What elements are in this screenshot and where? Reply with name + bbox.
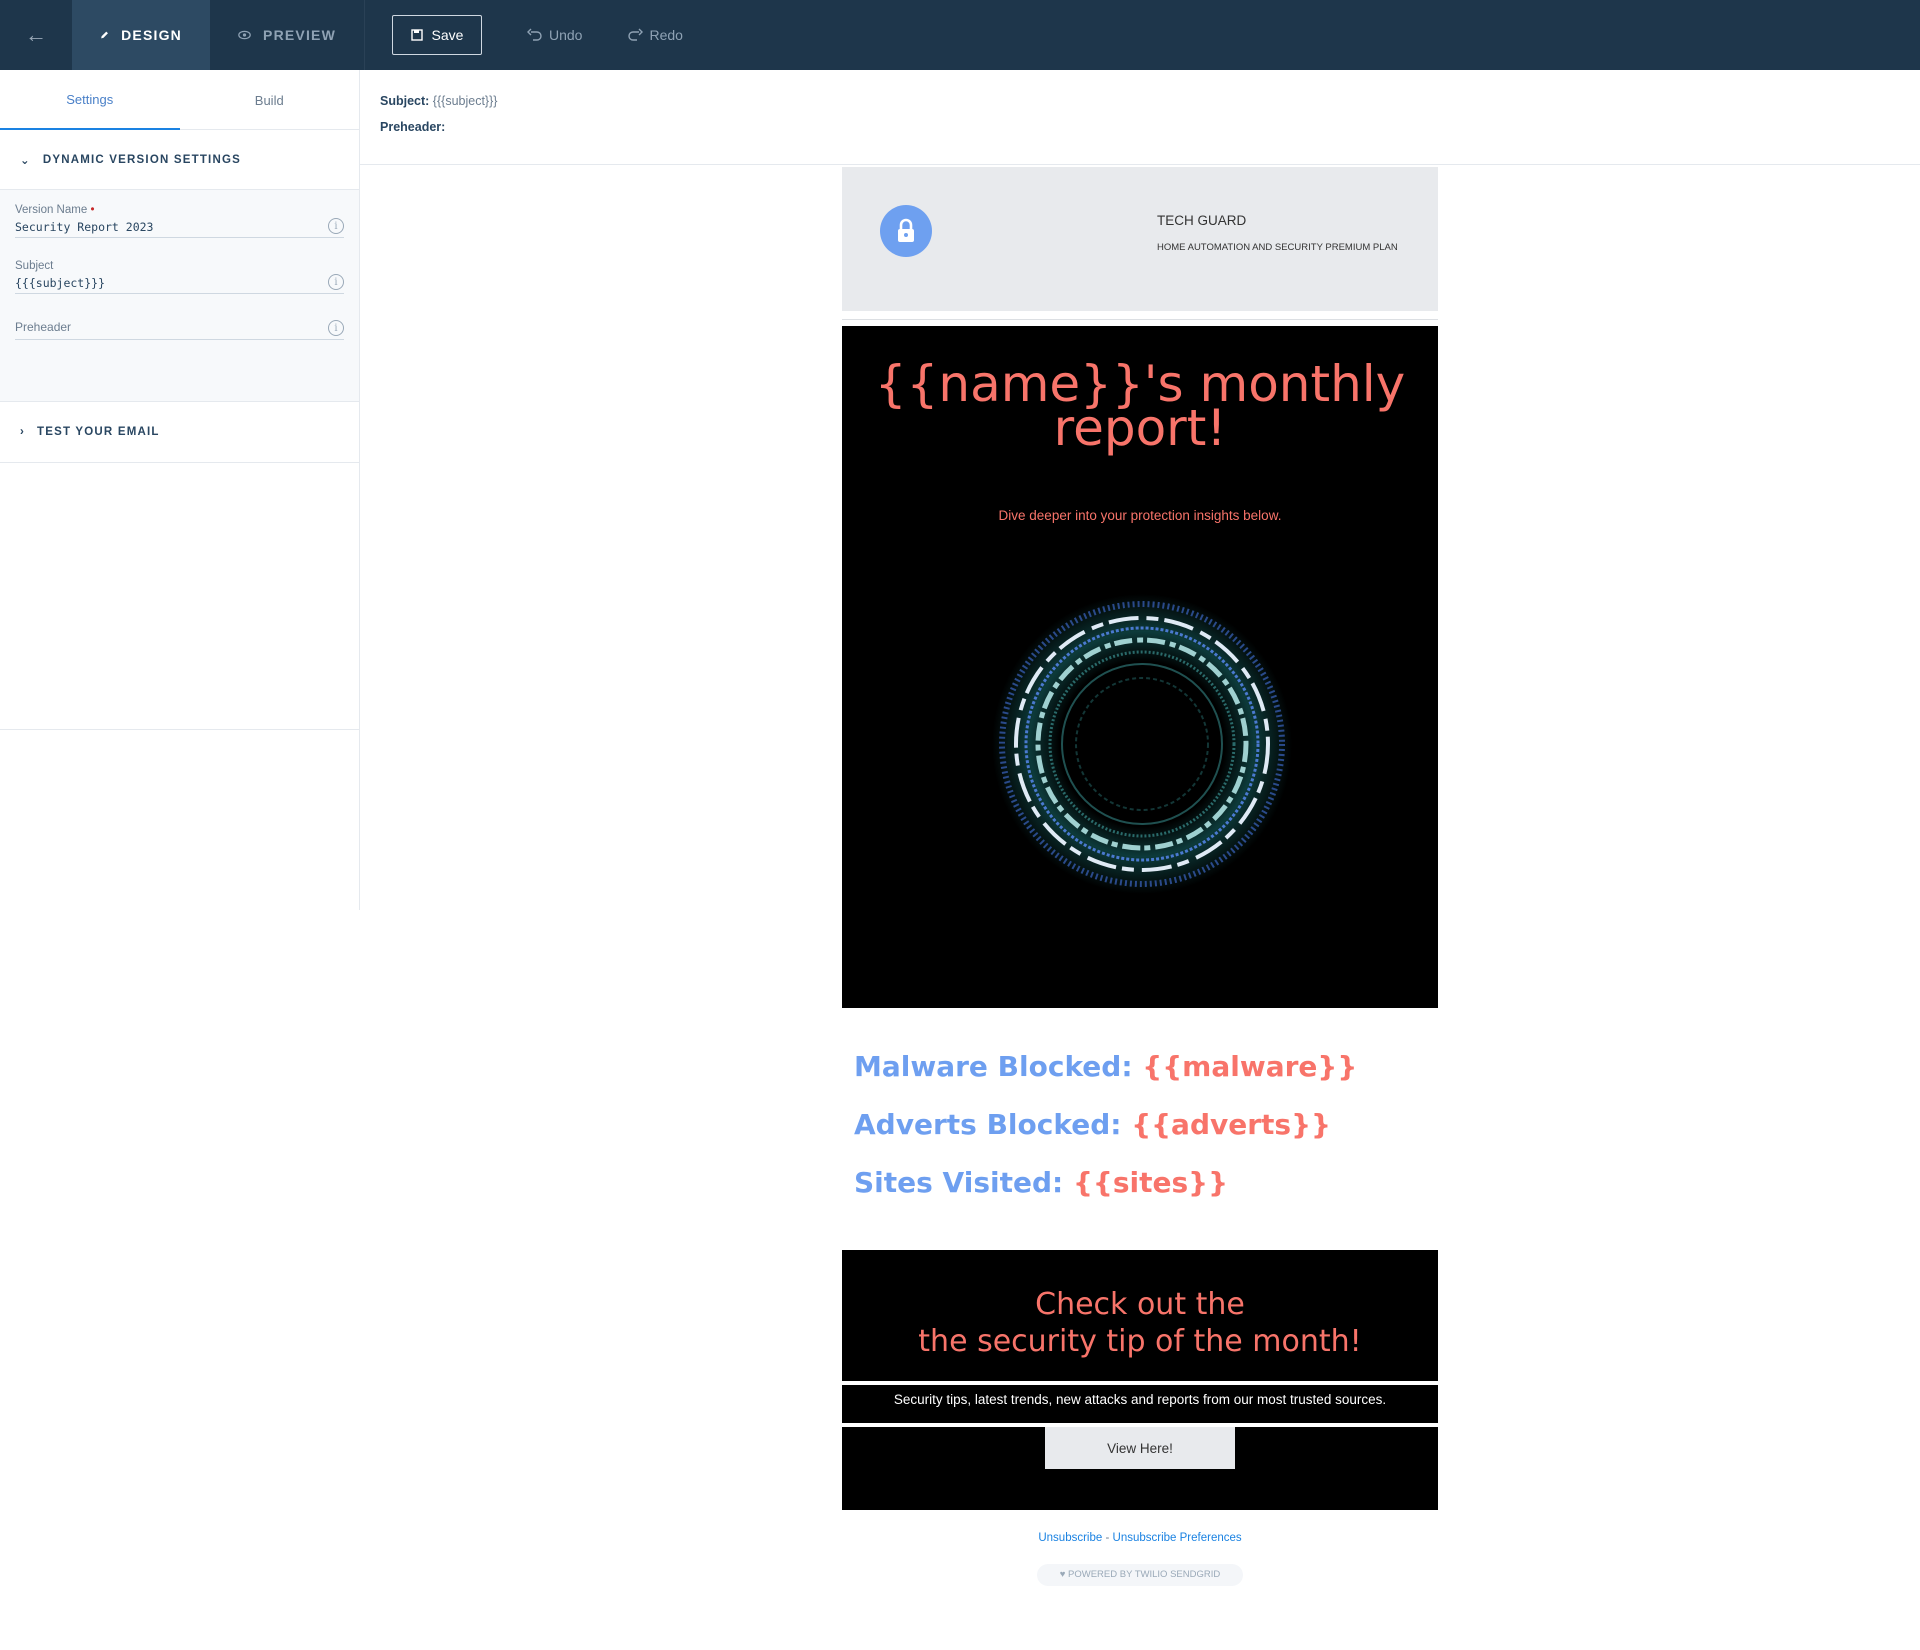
preheader-header-label: Preheader: [380,120,446,134]
preheader-row: Preheader: [380,120,1900,134]
stats-section[interactable]: Malware Blocked: {{malware}} Adverts Blo… [842,1008,1438,1250]
save-button-label: Save [431,27,464,43]
subject-header-label: Subject: [380,94,430,108]
version-name-field: Version Name • Security Report 2023 i [15,204,344,238]
preheader-field: Preheader i [15,320,344,340]
toolbar-divider [364,0,365,70]
tip-line-1: Check out the [1035,1287,1245,1322]
hero-title: {{name}}'s monthly report! [874,355,1406,457]
tip-description[interactable]: Security tips, latest trends, new attack… [842,1385,1438,1423]
stat-sites: Sites Visited: {{sites}} [854,1166,1229,1199]
subject-field: Subject {{{subject}}} i [15,260,344,294]
tip-heading-block[interactable]: Check out the the security tip of the mo… [842,1250,1438,1381]
stat-adverts: Adverts Blocked: {{adverts}} [854,1108,1331,1141]
required-marker: • [90,204,95,216]
version-name-input[interactable]: Security Report 2023 [15,220,344,238]
redo-label: Redo [649,27,683,43]
tab-preview[interactable]: PREVIEW [210,0,364,70]
subject-header-value: {{{subject}}} [432,94,498,108]
chevron-down-icon: ⌄ [20,154,31,167]
unsubscribe-preferences-link[interactable]: Unsubscribe Preferences [1113,1532,1242,1544]
tab-design-label: DESIGN [121,27,182,43]
test-your-email-label: TEST YOUR EMAIL [37,426,160,438]
cta-block: View Here! [842,1427,1438,1510]
tip-line-2: the security tip of the month! [918,1324,1362,1359]
undo-label: Undo [549,27,583,43]
undo-icon [527,28,542,41]
dynamic-version-settings-toggle[interactable]: ⌄ DYNAMIC VERSION SETTINGS [0,130,359,190]
view-here-button[interactable]: View Here! [1045,1427,1235,1469]
tab-settings[interactable]: Settings [0,70,180,130]
chevron-right-icon: › [20,426,26,438]
subject-row: Subject: {{{subject}}} [380,94,1900,108]
dynamic-version-settings-panel: Version Name • Security Report 2023 i Su… [0,190,359,402]
header-divider [842,319,1438,320]
sidebar-tabs: Settings Build [0,70,359,130]
tab-design[interactable]: DESIGN [72,0,210,70]
link-separator: - [1102,1532,1113,1544]
hero-subtitle: Dive deeper into your protection insight… [998,508,1282,523]
subject-label: Subject [15,260,54,272]
powered-by-badge[interactable]: ♥ POWERED BY TWILIO SENDGRID [1037,1564,1243,1586]
subject-input[interactable]: {{{subject}}} [15,276,344,294]
redo-icon [628,28,644,41]
info-icon[interactable]: i [328,320,344,336]
back-button[interactable]: ← [0,0,72,70]
sidebar-divider [0,729,360,730]
plan-name: HOME AUTOMATION AND SECURITY PREMIUM PLA… [1157,242,1398,253]
preheader-input[interactable]: Preheader [15,320,344,340]
test-your-email-toggle[interactable]: › TEST YOUR EMAIL [0,402,359,463]
version-name-label: Version Name • [15,204,95,216]
tab-preview-label: PREVIEW [263,27,336,43]
email-subject-header: Subject: {{{subject}}} Preheader: [360,70,1920,165]
redo-button[interactable]: Redo [627,27,683,43]
brand-name: TECH GUARD [1157,213,1247,228]
pencil-icon [101,31,108,39]
tab-build[interactable]: Build [180,70,360,130]
save-button[interactable]: Save [392,15,482,55]
floppy-disk-icon [410,29,423,41]
stat-malware: Malware Blocked: {{malware}} [854,1050,1358,1083]
unsubscribe-link[interactable]: Unsubscribe [1038,1532,1102,1544]
lock-icon [880,205,932,257]
info-icon[interactable]: i [328,274,344,290]
settings-sidebar: Settings Build ⌄ DYNAMIC VERSION SETTING… [0,70,360,910]
email-canvas: TECH GUARD HOME AUTOMATION AND SECURITY … [842,167,1438,1586]
arrow-left-icon: ← [25,22,47,47]
eye-icon [238,30,251,40]
unsubscribe-links: Unsubscribe - Unsubscribe Preferences [842,1532,1438,1544]
email-header[interactable]: TECH GUARD HOME AUTOMATION AND SECURITY … [842,167,1438,313]
dynamic-version-settings-label: DYNAMIC VERSION SETTINGS [42,153,241,166]
top-toolbar: ← DESIGN PREVIEW Save Undo Redo [0,0,1920,70]
info-icon[interactable]: i [328,218,344,234]
security-ring-image [992,594,1292,894]
undo-button[interactable]: Undo [527,27,582,43]
hero-section[interactable]: {{name}}'s monthly report! Dive deeper i… [842,326,1438,1008]
